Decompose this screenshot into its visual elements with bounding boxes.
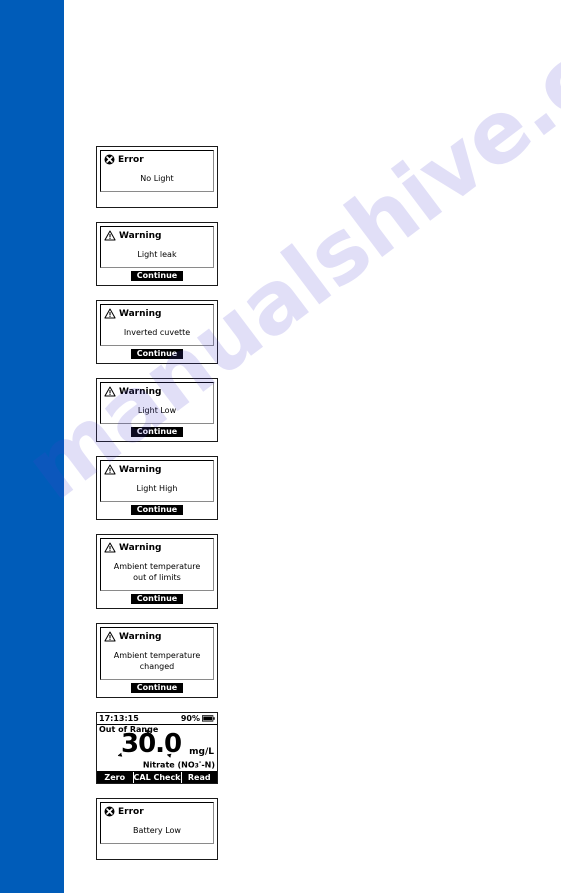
lcd-screen-warning-inverted-cuvette: Warning Inverted cuvette Continue <box>96 300 218 364</box>
dialog-message-line: changed <box>139 662 175 671</box>
dialog-message-line: Light leak <box>137 250 177 259</box>
warning-triangle-icon <box>104 631 116 642</box>
dialog-header: Error <box>104 153 210 166</box>
watermark: manualshive.com <box>0 0 561 893</box>
dialog-header: Warning <box>104 229 210 242</box>
dialog-title: Warning <box>119 386 162 397</box>
continue-button[interactable]: Continue <box>130 427 184 437</box>
dialog-body-frame: Warning Ambient temperature out of limits <box>100 538 214 591</box>
dialog-title: Warning <box>119 464 162 475</box>
status-bar: 17:13:15 90% <box>97 713 217 725</box>
lcd-screen-measurement-out-of-range: 17:13:15 90% Out of Range ⫷ ⫷ ⫷ 30.0 mg/L Nitrat… <box>96 712 218 784</box>
dialog-title: Error <box>118 806 144 817</box>
lcd-screen-warning-light-leak: Warning Light leak Continue <box>96 222 218 286</box>
dialog-button-row: Continue <box>100 591 214 604</box>
parameter-name: Nitrate (NO <box>142 761 195 770</box>
battery-indicator: 90% <box>181 714 215 723</box>
continue-button[interactable]: Continue <box>130 271 184 281</box>
dialog-message-line: No Light <box>140 174 174 183</box>
dialog-message: Ambient temperature changed <box>104 643 210 676</box>
dialog-button-row: Continue <box>100 424 214 437</box>
dialog-message-line: Light High <box>136 484 178 493</box>
screen-panel-list: Error No Light Warning Light leak Continue Wa… <box>96 146 218 874</box>
dialog-message: Light leak <box>104 242 210 264</box>
dialog-message: No Light <box>104 166 210 188</box>
dialog-header: Warning <box>104 541 210 554</box>
dialog-title: Warning <box>119 542 162 553</box>
continue-button[interactable]: Continue <box>130 594 184 604</box>
warning-triangle-icon <box>104 542 116 553</box>
dialog-message-line: Light Low <box>137 406 177 415</box>
dialog-message-line: out of limits <box>133 573 181 582</box>
softkey-button[interactable]: Read <box>182 772 218 783</box>
error-circle-x-icon <box>104 806 115 817</box>
dialog-title: Warning <box>119 230 162 241</box>
dialog-header: Error <box>104 805 210 818</box>
battery-percent: 90% <box>180 714 200 723</box>
dialog-header: Warning <box>104 630 210 643</box>
dialog-button-row: Continue <box>100 268 214 281</box>
dialog-body-frame: Error Battery Low <box>100 802 214 844</box>
continue-button[interactable]: Continue <box>130 505 184 515</box>
dialog-message-line: Inverted cuvette <box>123 328 191 337</box>
warning-triangle-icon <box>104 464 116 475</box>
measurement-unit: mg/L <box>189 747 214 757</box>
measurement-value: 30.0 <box>121 729 182 759</box>
dialog-body-frame: Error No Light <box>100 150 214 192</box>
dialog-message-line: Ambient temperature <box>113 562 201 571</box>
dialog-title: Warning <box>119 631 162 642</box>
dialog-header: Warning <box>104 307 210 320</box>
measurement-area: Out of Range ⫷ ⫷ ⫷ 30.0 mg/L Nitrate (NO3--N) <box>97 725 217 771</box>
dialog-body-frame: Warning Light Low <box>100 382 214 424</box>
continue-button[interactable]: Continue <box>130 349 184 359</box>
left-margin-bar <box>0 0 64 893</box>
dialog-footer-spacer <box>100 192 214 203</box>
dialog-body-frame: Warning Light High <box>100 460 214 502</box>
dialog-message: Light High <box>104 476 210 498</box>
dialog-footer-spacer <box>100 844 214 855</box>
clock-time: 17:13:15 <box>99 714 139 723</box>
softkey-bar: Zero CAL Check Read <box>97 771 217 783</box>
softkey-button[interactable]: Zero <box>97 771 134 783</box>
dialog-message: Ambient temperature out of limits <box>104 554 210 587</box>
continue-button[interactable]: Continue <box>130 683 184 693</box>
dialog-header: Warning <box>104 385 210 398</box>
dialog-button-row: Continue <box>100 680 214 693</box>
lcd-screen-warning-ambient-temp-out-of-limits: Warning Ambient temperature out of limits C… <box>96 534 218 609</box>
dialog-message: Battery Low <box>104 818 210 840</box>
parameter-label: Nitrate (NO3--N) <box>143 759 215 770</box>
dialog-message-line: Ambient temperature <box>113 651 201 660</box>
lcd-screen-warning-ambient-temp-changed: Warning Ambient temperature changed Continu… <box>96 623 218 698</box>
watermark-text: manualshive.com <box>7 0 561 520</box>
dialog-header: Warning <box>104 463 210 476</box>
battery-icon <box>202 715 215 722</box>
dialog-button-row: Continue <box>100 346 214 359</box>
warning-triangle-icon <box>104 386 116 397</box>
dialog-message: Inverted cuvette <box>104 320 210 342</box>
dialog-body-frame: Warning Light leak <box>100 226 214 268</box>
dialog-message: Light Low <box>104 398 210 420</box>
lcd-screen-warning-light-low: Warning Light Low Continue <box>96 378 218 442</box>
lcd-screen-warning-light-high: Warning Light High Continue <box>96 456 218 520</box>
warning-triangle-icon <box>104 230 116 241</box>
dialog-title: Error <box>118 154 144 165</box>
lcd-screen-error-battery-low: Error Battery Low <box>96 798 218 860</box>
softkey-button[interactable]: CAL Check <box>134 771 182 783</box>
error-circle-x-icon <box>104 154 115 165</box>
dialog-title: Warning <box>119 308 162 319</box>
dialog-body-frame: Warning Inverted cuvette <box>100 304 214 346</box>
dialog-button-row: Continue <box>100 502 214 515</box>
lcd-screen-error-no-light: Error No Light <box>96 146 218 208</box>
parameter-tail: -N) <box>201 761 215 770</box>
dialog-body-frame: Warning Ambient temperature changed <box>100 627 214 680</box>
warning-triangle-icon <box>104 308 116 319</box>
dialog-message-line: Battery Low <box>133 826 181 835</box>
